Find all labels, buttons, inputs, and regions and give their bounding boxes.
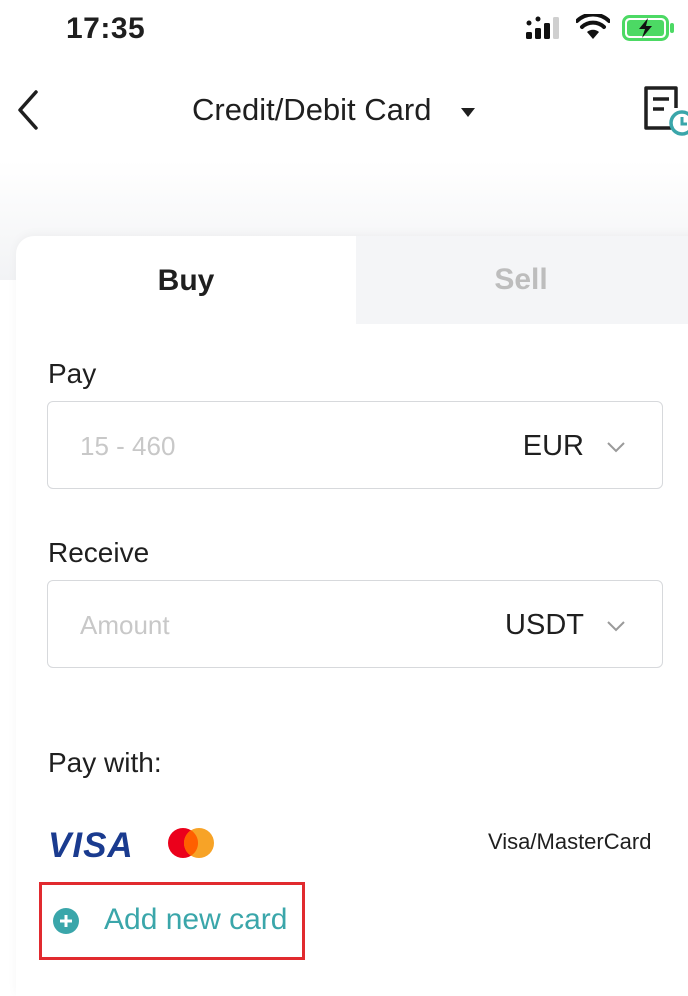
signal-icon: [526, 16, 562, 45]
pay-with-label: Pay with:: [48, 747, 162, 778]
add-new-card-button[interactable]: Add new card: [39, 882, 305, 960]
pay-amount-input[interactable]: [78, 422, 462, 470]
mastercard-logo-icon: [166, 826, 216, 865]
order-history-icon[interactable]: [642, 84, 688, 141]
page-title[interactable]: Credit/Debit Card: [192, 92, 431, 128]
payment-method-label: Visa/MasterCard: [488, 829, 652, 854]
battery-charging-icon: [622, 15, 676, 46]
visa-logo-icon: VISA: [48, 826, 134, 865]
receive-currency-select[interactable]: USDT: [505, 609, 584, 642]
caret-down-icon[interactable]: [460, 106, 476, 124]
status-time: 17:35: [66, 12, 146, 45]
back-chevron-icon[interactable]: [14, 88, 42, 137]
nav-bar: Credit/Debit Card: [0, 70, 688, 150]
tab-buy[interactable]: Buy: [16, 236, 356, 326]
receive-amount-input[interactable]: [78, 601, 462, 649]
pay-field: EUR: [47, 401, 663, 489]
add-new-card-label: Add new card: [104, 903, 288, 936]
receive-field: USDT: [47, 580, 663, 668]
tab-sell[interactable]: Sell: [356, 236, 688, 324]
plus-circle-icon: [52, 907, 80, 940]
chevron-down-icon[interactable]: [606, 440, 626, 458]
status-bar: 17:35: [0, 0, 688, 56]
pay-label: Pay: [48, 358, 97, 389]
wifi-icon: [575, 12, 611, 45]
pay-currency-select[interactable]: EUR: [523, 430, 584, 463]
receive-label: Receive: [48, 537, 150, 568]
chevron-down-icon[interactable]: [606, 619, 626, 637]
